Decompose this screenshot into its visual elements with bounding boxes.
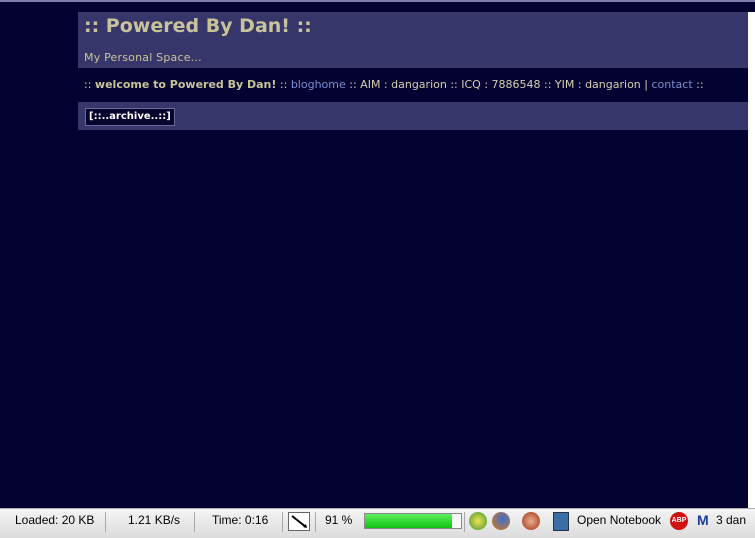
status-bar: Loaded: 20 KB 1.21 KB/s Time: 0:16 91 % … [0,508,755,538]
loaded-size: Loaded: 20 KB [15,513,95,527]
adblock-icon[interactable]: ABP [670,512,688,530]
status-separator [105,512,106,532]
nav-separator: :: [696,78,704,91]
status-separator [282,512,283,532]
pagerank-icon[interactable] [469,512,487,530]
welcome-text: welcome to Powered By Dan! [94,78,277,91]
status-separator [464,512,465,532]
site-subtitle: My Personal Space... [84,51,202,64]
gmail-count[interactable]: 3 dan [716,513,746,527]
load-progress-bar [364,513,462,529]
archive-panel [78,102,748,130]
scrollbar-area[interactable] [748,12,755,508]
nav-bar: :: welcome to Powered By Dan! :: bloghom… [84,78,704,91]
nav-separator: :: [279,78,288,91]
site-title: :: Powered By Dan! :: [84,15,312,37]
resize-tool-icon[interactable] [288,512,310,531]
status-separator [194,512,195,532]
download-speed: 1.21 KB/s [128,513,181,527]
load-percent: 91 % [325,513,353,527]
nav-separator: :: [84,78,92,91]
window-top-edge [0,0,755,2]
load-progress-fill [365,514,453,528]
contact-info: :: AIM : dangarion :: ICQ : 7886548 :: Y… [349,78,648,91]
monkey-icon[interactable] [522,512,540,530]
firefox-icon[interactable] [492,512,510,530]
open-notebook-label[interactable]: Open Notebook [577,513,661,527]
contact-link[interactable]: contact [651,78,692,91]
archive-link[interactable]: [::..archive..::] [85,108,175,126]
status-separator [315,512,316,532]
gmail-icon[interactable]: M [697,512,709,528]
load-time: Time: 0:16 [212,513,269,527]
bloghome-link[interactable]: bloghome [291,78,346,91]
notebook-icon[interactable] [553,512,569,531]
